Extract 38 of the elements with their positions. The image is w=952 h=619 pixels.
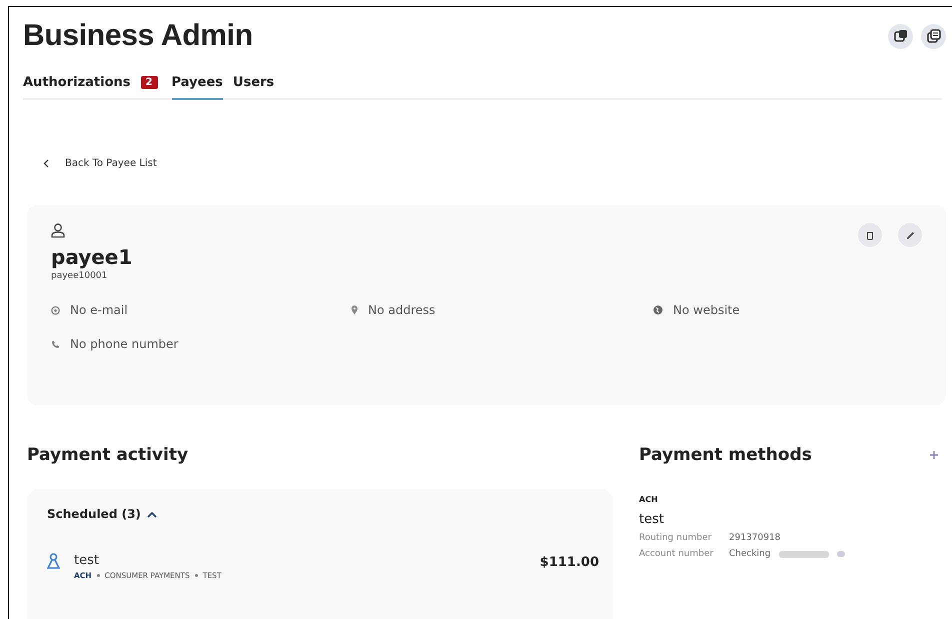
separator-dot <box>194 574 198 577</box>
payment-amount: $111.00 <box>540 555 599 570</box>
chevron-up-icon[interactable] <box>146 510 157 518</box>
tab[interactable]: Users <box>232 75 274 100</box>
field-label: Routing number <box>639 533 712 543</box>
payment-name: test <box>74 553 100 568</box>
back-link[interactable]: Back To Payee List <box>65 158 157 169</box>
payee-id: payee10001 <box>51 271 108 281</box>
account-value: Checking <box>729 549 771 559</box>
edit-icon[interactable] <box>898 223 922 247</box>
method-type: ACH <box>639 495 659 504</box>
website-text: No website <box>673 303 740 317</box>
page-title: Business Admin <box>23 19 253 53</box>
chevron-left-icon[interactable] <box>43 159 49 168</box>
count-badge: 2 <box>140 76 158 89</box>
location-pin-icon <box>351 305 358 315</box>
person-icon <box>51 223 65 238</box>
window-icon[interactable] <box>888 24 913 48</box>
phone-text: No phone number <box>70 337 178 351</box>
method-name: test <box>639 512 665 527</box>
delete-icon[interactable] <box>858 223 882 247</box>
tab[interactable]: Authorizations <box>23 75 131 100</box>
routing-value: 291370918 <box>729 533 781 543</box>
at-icon <box>51 306 60 314</box>
section-heading: Payment activity <box>27 445 190 465</box>
address-text: No address <box>368 303 436 317</box>
copy-icon[interactable] <box>921 24 946 48</box>
redacted-block <box>778 550 829 558</box>
person-icon <box>47 553 60 570</box>
plus-icon[interactable] <box>930 451 938 459</box>
phone-icon <box>51 340 60 348</box>
separator-dot <box>96 574 100 577</box>
scheduled-toggle[interactable]: Scheduled (3) <box>47 507 157 521</box>
tab[interactable]: Payees <box>172 75 223 100</box>
field-label: Account number <box>639 549 714 559</box>
email-text: No e-mail <box>70 303 128 317</box>
section-heading: Payment methods <box>639 445 812 465</box>
payee-name: payee1 <box>51 245 134 269</box>
